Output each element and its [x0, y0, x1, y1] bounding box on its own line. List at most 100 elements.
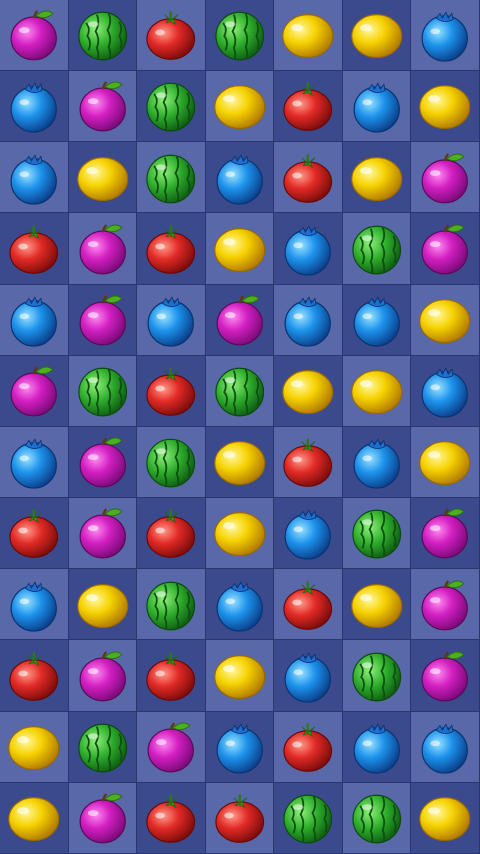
board-cell-r2-c2[interactable]: [68, 71, 138, 143]
board-cell-r6-c6[interactable]: [342, 355, 412, 427]
board-cell-r8-c3[interactable]: [137, 498, 206, 570]
board-cell-r4-c1[interactable]: [0, 213, 69, 285]
board-cell-r10-c3[interactable]: [137, 640, 206, 712]
board-cell-r3-c7[interactable]: [411, 142, 480, 214]
watermelon-icon: [69, 356, 137, 426]
board-cell-r7-c2[interactable]: [68, 426, 138, 499]
board-cell-r11-c5[interactable]: [274, 711, 343, 783]
board-cell-r3-c1[interactable]: [0, 142, 69, 214]
board-cell-r12-c2[interactable]: [68, 782, 138, 854]
board-cell-r11-c7[interactable]: [411, 711, 480, 783]
lemon-icon: [411, 427, 479, 497]
board-cell-r9-c5[interactable]: [274, 569, 343, 641]
board-cell-r2-c4[interactable]: [205, 71, 275, 143]
board-cell-r4-c7[interactable]: [411, 213, 480, 285]
board-cell-r9-c1[interactable]: [0, 569, 69, 641]
board-cell-r11-c6[interactable]: [342, 711, 412, 783]
board-cell-r11-c1[interactable]: [0, 711, 69, 783]
board-cell-r5-c3[interactable]: [137, 284, 206, 356]
board-cell-r8-c4[interactable]: [205, 498, 275, 570]
board-cell-r12-c1[interactable]: [0, 782, 69, 854]
board-cell-r8-c5[interactable]: [274, 498, 343, 570]
blueberry-icon: [0, 569, 68, 639]
board-cell-r11-c3[interactable]: [137, 711, 206, 783]
board-cell-r3-c5[interactable]: [274, 142, 343, 214]
blueberry-icon: [0, 71, 68, 141]
board-cell-r7-c3[interactable]: [137, 426, 206, 499]
board-cell-r4-c4[interactable]: [205, 213, 275, 285]
board-cell-r10-c5[interactable]: [274, 640, 343, 712]
board-cell-r10-c6[interactable]: [342, 640, 412, 712]
watermelon-icon: [274, 783, 342, 853]
board-cell-r12-c7[interactable]: [411, 782, 480, 854]
board-cell-r12-c5[interactable]: [274, 782, 343, 854]
board-cell-r10-c4[interactable]: [205, 640, 275, 712]
plum-icon: [0, 0, 68, 70]
board-cell-r12-c3[interactable]: [137, 782, 206, 854]
board-cell-r9-c2[interactable]: [68, 569, 138, 641]
watermelon-icon: [343, 783, 411, 853]
board-cell-r6-c3[interactable]: [137, 355, 206, 427]
board-cell-r1-c5[interactable]: [274, 0, 343, 72]
board-cell-r5-c7[interactable]: [411, 284, 480, 356]
board-cell-r8-c2[interactable]: [68, 498, 138, 570]
board-cell-r3-c6[interactable]: [342, 142, 412, 214]
tomato-icon: [137, 640, 205, 710]
board-cell-r5-c6[interactable]: [342, 284, 412, 356]
board-cell-r4-c3[interactable]: [137, 213, 206, 285]
board-cell-r2-c1[interactable]: [0, 71, 69, 143]
board-cell-r6-c2[interactable]: [68, 355, 138, 427]
board-cell-r8-c6[interactable]: [342, 498, 412, 570]
board-cell-r5-c2[interactable]: [68, 284, 138, 356]
board-cell-r2-c6[interactable]: [342, 71, 412, 143]
board-cell-r1-c7[interactable]: [411, 0, 480, 72]
board-cell-r10-c1[interactable]: [0, 640, 69, 712]
tomato-icon: [0, 498, 68, 568]
board-cell-r1-c2[interactable]: [68, 0, 138, 72]
board-cell-r4-c2[interactable]: [68, 213, 138, 285]
board-cell-r5-c4[interactable]: [205, 284, 275, 356]
board-cell-r1-c6[interactable]: [342, 0, 412, 72]
board-cell-r1-c4[interactable]: [205, 0, 275, 72]
board-cell-r10-c7[interactable]: [411, 640, 480, 712]
board-cell-r1-c1[interactable]: [0, 0, 69, 72]
board-cell-r7-c5[interactable]: [274, 426, 343, 499]
board-cell-r11-c2[interactable]: [68, 711, 138, 783]
board-cell-r6-c1[interactable]: [0, 355, 69, 427]
board-cell-r12-c4[interactable]: [205, 782, 275, 854]
board-cell-r6-c4[interactable]: [205, 355, 275, 427]
board-cell-r9-c3[interactable]: [137, 569, 206, 641]
board-cell-r8-c1[interactable]: [0, 498, 69, 570]
board-cell-r4-c5[interactable]: [274, 213, 343, 285]
board-cell-r1-c3[interactable]: [137, 0, 206, 72]
board-cell-r8-c7[interactable]: [411, 498, 480, 570]
board-cell-r12-c6[interactable]: [342, 782, 412, 854]
board-cell-r7-c4[interactable]: [205, 426, 275, 499]
lemon-icon: [69, 569, 137, 639]
board-cell-r4-c6[interactable]: [342, 213, 412, 285]
watermelon-icon: [137, 142, 205, 212]
lemon-icon: [206, 498, 274, 568]
board-cell-r2-c7[interactable]: [411, 71, 480, 143]
board-cell-r7-c6[interactable]: [342, 426, 412, 499]
board-cell-r6-c5[interactable]: [274, 355, 343, 427]
tomato-icon: [274, 427, 342, 497]
board-cell-r11-c4[interactable]: [205, 711, 275, 783]
board-cell-r9-c7[interactable]: [411, 569, 480, 641]
board-cell-r3-c2[interactable]: [68, 142, 138, 214]
board-cell-r3-c3[interactable]: [137, 142, 206, 214]
board-cell-r10-c2[interactable]: [68, 640, 138, 712]
board-cell-r7-c7[interactable]: [411, 426, 480, 499]
board-cell-r9-c4[interactable]: [205, 569, 275, 641]
board-cell-r9-c6[interactable]: [342, 569, 412, 641]
board-cell-r7-c1[interactable]: [0, 426, 69, 499]
board-cell-r5-c1[interactable]: [0, 284, 69, 356]
watermelon-icon: [343, 498, 411, 568]
board-cell-r6-c7[interactable]: [411, 355, 480, 427]
lemon-icon: [206, 427, 274, 497]
board-cell-r2-c3[interactable]: [137, 71, 206, 143]
board-cell-r2-c5[interactable]: [274, 71, 343, 143]
tomato-icon: [137, 0, 205, 70]
board-cell-r5-c5[interactable]: [274, 284, 343, 356]
board-cell-r3-c4[interactable]: [205, 142, 275, 214]
